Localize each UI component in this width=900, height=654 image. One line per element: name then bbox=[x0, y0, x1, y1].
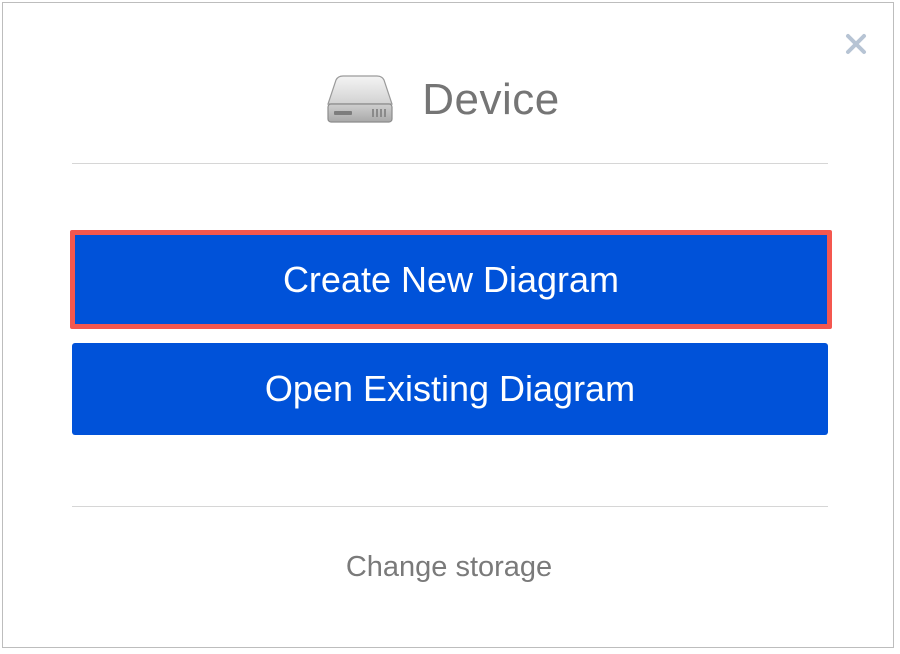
create-new-diagram-button[interactable]: Create New Diagram bbox=[70, 230, 832, 329]
close-icon[interactable] bbox=[843, 31, 869, 57]
close-button[interactable] bbox=[843, 31, 869, 57]
footer-divider bbox=[72, 506, 828, 507]
dialog-header: Device bbox=[3, 69, 895, 131]
storage-dialog: Device Create New Diagram Open Existing … bbox=[2, 2, 894, 648]
open-existing-diagram-button[interactable]: Open Existing Diagram bbox=[72, 343, 828, 435]
change-storage-link[interactable]: Change storage bbox=[3, 551, 895, 584]
dialog-title: Device bbox=[422, 75, 560, 124]
header-divider bbox=[72, 163, 828, 164]
hard-drive-icon bbox=[327, 75, 394, 123]
